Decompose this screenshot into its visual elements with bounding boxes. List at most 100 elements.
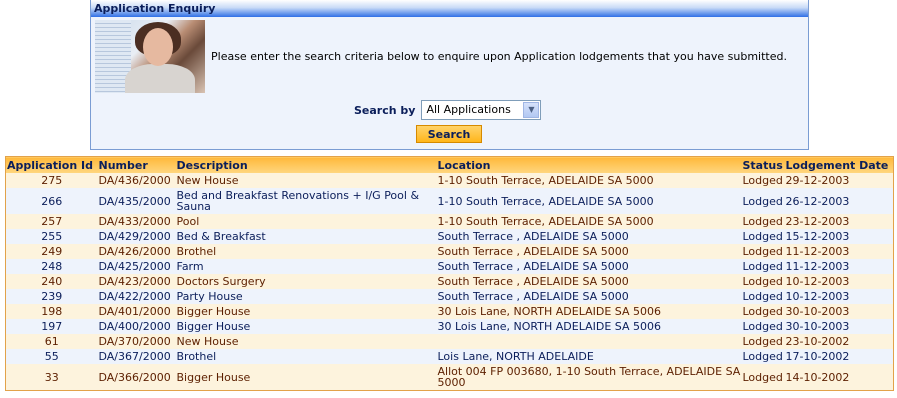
cell-application-id: 249 (5, 244, 98, 259)
cell-status: Lodged (741, 244, 785, 259)
table-row[interactable]: 248 DA/425/2000 Farm South Terrace , ADE… (5, 259, 894, 274)
cell-status: Lodged (741, 173, 785, 188)
cell-application-id: 239 (5, 289, 98, 304)
cell-application-id: 257 (5, 214, 98, 229)
header-application-id: Application Id (5, 156, 98, 173)
results-table: Application Id Number Description Locati… (5, 156, 894, 391)
cell-lodgement-date: 11-12-2003 (784, 259, 894, 274)
cell-location: Allot 004 FP 003680, 1-10 South Terrace,… (436, 364, 742, 391)
cell-application-id: 255 (5, 229, 98, 244)
cell-location: South Terrace , ADELAIDE SA 5000 (436, 229, 742, 244)
cell-location: 30 Lois Lane, NORTH ADELAIDE SA 5006 (436, 304, 742, 319)
cell-location: South Terrace , ADELAIDE SA 5000 (436, 244, 742, 259)
search-by-value: All Applications (426, 103, 511, 116)
cell-lodgement-date: 11-12-2003 (784, 244, 894, 259)
cell-number: DA/436/2000 (97, 173, 176, 188)
table-row[interactable]: 255 DA/429/2000 Bed & Breakfast South Te… (5, 229, 894, 244)
cell-status: Lodged (741, 364, 785, 391)
cell-description: New House (175, 173, 437, 188)
cell-location: Lois Lane, NORTH ADELAIDE (436, 349, 742, 364)
cell-description: Brothel (175, 244, 437, 259)
header-lodgement-date: Lodgement Date (784, 156, 894, 173)
cell-location (436, 334, 742, 349)
cell-status: Lodged (741, 229, 785, 244)
cell-number: DA/370/2000 (97, 334, 176, 349)
header-location: Location (436, 156, 742, 173)
header-number: Number (97, 156, 176, 173)
table-row[interactable]: 249 DA/426/2000 Brothel South Terrace , … (5, 244, 894, 259)
cell-description: Bigger House (175, 304, 437, 319)
cell-description: Bigger House (175, 364, 437, 391)
table-row[interactable]: 33 DA/366/2000 Bigger House Allot 004 FP… (5, 364, 894, 391)
cell-status: Lodged (741, 214, 785, 229)
cell-number: DA/401/2000 (97, 304, 176, 319)
cell-application-id: 55 (5, 349, 98, 364)
cell-description: New House (175, 334, 437, 349)
cell-description: Bed and Breakfast Renovations + I/G Pool… (175, 188, 437, 214)
table-row[interactable]: 61 DA/370/2000 New House Lodged 23-10-20… (5, 334, 894, 349)
cell-location: South Terrace , ADELAIDE SA 5000 (436, 289, 742, 304)
search-button[interactable]: Search (416, 125, 482, 143)
cell-application-id: 33 (5, 364, 98, 391)
search-by-select[interactable]: All Applications ▼ (421, 100, 542, 120)
table-row[interactable]: 55 DA/367/2000 Brothel Lois Lane, NORTH … (5, 349, 894, 364)
cell-lodgement-date: 15-12-2003 (784, 229, 894, 244)
table-row[interactable]: 239 DA/422/2000 Party House South Terrac… (5, 289, 894, 304)
table-header-row: Application Id Number Description Locati… (5, 156, 894, 173)
table-row[interactable]: 257 DA/433/2000 Pool 1-10 South Terrace,… (5, 214, 894, 229)
cell-status: Lodged (741, 334, 785, 349)
cell-lodgement-date: 14-10-2002 (784, 364, 894, 391)
cell-application-id: 197 (5, 319, 98, 334)
table-row[interactable]: 198 DA/401/2000 Bigger House 30 Lois Lan… (5, 304, 894, 319)
cell-number: DA/425/2000 (97, 259, 176, 274)
cell-application-id: 198 (5, 304, 98, 319)
header-photo (95, 20, 205, 93)
cell-location: South Terrace , ADELAIDE SA 5000 (436, 259, 742, 274)
cell-location: South Terrace , ADELAIDE SA 5000 (436, 274, 742, 289)
cell-number: DA/422/2000 (97, 289, 176, 304)
cell-application-id: 240 (5, 274, 98, 289)
cell-number: DA/435/2000 (97, 188, 176, 214)
application-enquiry-panel: Application Enquiry Please enter the sea… (90, 0, 809, 150)
cell-lodgement-date: 10-12-2003 (784, 274, 894, 289)
cell-number: DA/429/2000 (97, 229, 176, 244)
cell-description: Bigger House (175, 319, 437, 334)
cell-number: DA/426/2000 (97, 244, 176, 259)
table-row[interactable]: 275 DA/436/2000 New House 1-10 South Ter… (5, 173, 894, 188)
cell-lodgement-date: 23-12-2003 (784, 214, 894, 229)
chevron-down-icon[interactable]: ▼ (523, 102, 540, 118)
cell-description: Pool (175, 214, 437, 229)
cell-status: Lodged (741, 188, 785, 214)
cell-description: Brothel (175, 349, 437, 364)
cell-number: DA/400/2000 (97, 319, 176, 334)
intro-text: Please enter the search criteria below t… (211, 50, 787, 63)
search-by-label: Search by (354, 103, 416, 117)
header-description: Description (175, 156, 437, 173)
search-row: Search by All Applications ▼ (354, 100, 542, 120)
cell-lodgement-date: 30-10-2003 (784, 319, 894, 334)
cell-status: Lodged (741, 319, 785, 334)
cell-location: 1-10 South Terrace, ADELAIDE SA 5000 (436, 188, 742, 214)
cell-description: Bed & Breakfast (175, 229, 437, 244)
cell-number: DA/433/2000 (97, 214, 176, 229)
cell-description: Doctors Surgery (175, 274, 437, 289)
cell-lodgement-date: 10-12-2003 (784, 289, 894, 304)
cell-lodgement-date: 30-10-2003 (784, 304, 894, 319)
cell-number: DA/423/2000 (97, 274, 176, 289)
cell-lodgement-date: 23-10-2002 (784, 334, 894, 349)
cell-number: DA/367/2000 (97, 349, 176, 364)
table-row[interactable]: 266 DA/435/2000 Bed and Breakfast Renova… (5, 188, 894, 214)
cell-application-id: 248 (5, 259, 98, 274)
cell-lodgement-date: 26-12-2003 (784, 188, 894, 214)
table-row[interactable]: 240 DA/423/2000 Doctors Surgery South Te… (5, 274, 894, 289)
cell-location: 30 Lois Lane, NORTH ADELAIDE SA 5006 (436, 319, 742, 334)
cell-status: Lodged (741, 274, 785, 289)
cell-location: 1-10 South Terrace, ADELAIDE SA 5000 (436, 214, 742, 229)
panel-title: Application Enquiry (91, 0, 808, 17)
cell-status: Lodged (741, 349, 785, 364)
cell-description: Farm (175, 259, 437, 274)
cell-application-id: 275 (5, 173, 98, 188)
cell-number: DA/366/2000 (97, 364, 176, 391)
cell-location: 1-10 South Terrace, ADELAIDE SA 5000 (436, 173, 742, 188)
table-row[interactable]: 197 DA/400/2000 Bigger House 30 Lois Lan… (5, 319, 894, 334)
